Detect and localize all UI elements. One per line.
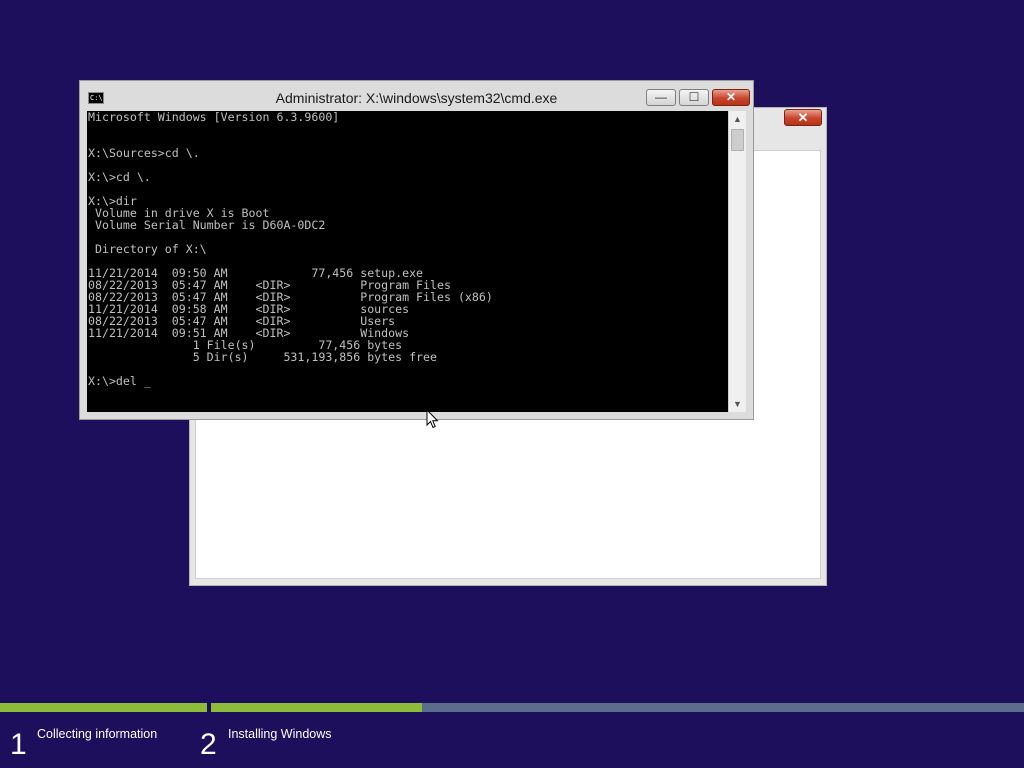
command-prompt-line[interactable]: X:\>del _ (88, 375, 728, 387)
progress-fill-collecting (0, 703, 207, 712)
progress-bar-collecting (0, 703, 207, 712)
scroll-thumb[interactable] (731, 129, 744, 151)
cmd-titlebar[interactable]: C:\ Administrator: X:\windows\system32\c… (80, 81, 753, 110)
cmd-window: C:\ Administrator: X:\windows\system32\c… (79, 80, 754, 420)
console-line: Directory of X:\ (88, 242, 207, 256)
cmd-console-output[interactable]: Microsoft Windows [Version 6.3.9600] X:\… (87, 111, 728, 412)
mouse-pointer-icon (426, 409, 439, 429)
console-line: X:\>cd \. (88, 170, 151, 184)
scroll-down-arrow-icon[interactable]: ▼ (729, 397, 746, 411)
prompt-text: X:\>del (88, 374, 144, 388)
console-line: Volume Serial Number is D60A-0DC2 (88, 218, 326, 232)
console-line: 5 Dir(s) 531,193,856 bytes free (88, 350, 438, 364)
minimize-button[interactable]: — (646, 89, 676, 106)
stage-number: 1 (10, 728, 27, 761)
stage-number: 2 (200, 728, 217, 761)
scroll-up-arrow-icon[interactable]: ▲ (729, 112, 746, 126)
vertical-scrollbar[interactable]: ▲ ▼ (728, 111, 746, 412)
text-cursor: _ (143, 374, 151, 388)
console-line: X:\Sources>cd \. (88, 146, 200, 160)
progress-bar-installing (211, 703, 1024, 712)
maximize-button[interactable]: ☐ (679, 89, 709, 106)
progress-fill-installing (211, 703, 423, 712)
stage-label: Installing Windows (228, 727, 332, 741)
close-button[interactable]: ✕ (712, 89, 750, 106)
console-line: Microsoft Windows [Version 6.3.9600] (88, 111, 340, 124)
setup-close-button[interactable]: ✕ (784, 109, 822, 126)
stage-label: Collecting information (37, 727, 158, 741)
